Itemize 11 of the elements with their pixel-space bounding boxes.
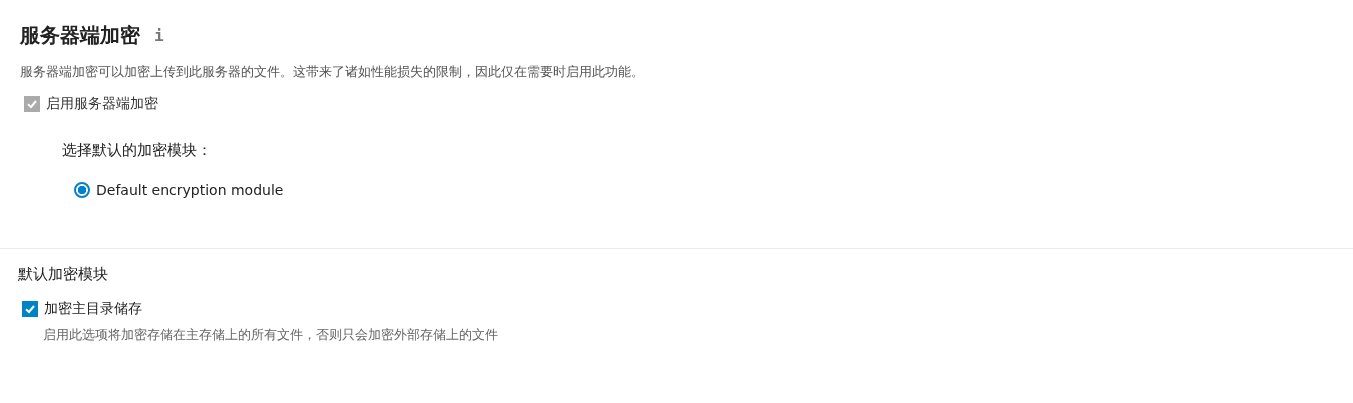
checkbox-label: 启用服务器端加密 [46, 95, 158, 113]
checkbox-label: 加密主目录储存 [44, 300, 142, 318]
hint-text: 启用此选项将加密存储在主存储上的所有文件，否则只会加密外部存储上的文件 [43, 326, 499, 344]
section-title: 默认加密模块 [18, 265, 108, 284]
description-text: 服务器端加密可以加密上传到此服务器的文件。这带来了诸如性能损失的限制，因此仅在需要时启用此功能。 [20, 63, 645, 81]
checkbox[interactable] [22, 301, 38, 317]
radio-button[interactable] [74, 182, 90, 198]
section-title: 服务器端加密 [20, 22, 140, 49]
radio-label: Default encryption module [96, 182, 284, 198]
module-prompt: 选择默认的加密模块： [62, 141, 213, 160]
info-icon[interactable]: i [154, 26, 164, 45]
